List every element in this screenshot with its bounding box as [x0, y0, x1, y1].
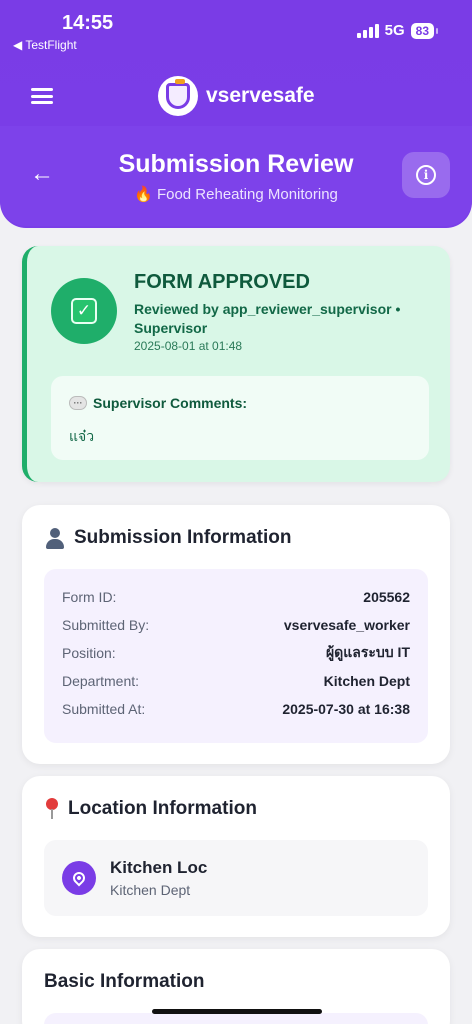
reviewer-info: Reviewed by app_reviewer_supervisor • Su…: [134, 301, 401, 336]
info-icon: i: [416, 165, 436, 185]
brand-name: vservesafe: [206, 84, 315, 107]
info-label: Position:: [62, 645, 116, 661]
speech-bubble-icon: ···: [69, 396, 87, 410]
info-label: Form ID:: [62, 589, 117, 605]
approved-check-icon: ✓: [51, 278, 117, 344]
comments-heading: ··· Supervisor Comments:: [69, 395, 247, 411]
nav-bar: vservesafe: [0, 72, 472, 120]
pushpin-icon: [44, 798, 60, 820]
info-row: Position: ผู้ดูแลระบบ IT: [62, 639, 410, 667]
comments-label: Supervisor Comments:: [93, 395, 248, 411]
approval-card: ✓ FORM APPROVED Reviewed by app_reviewer…: [22, 246, 450, 482]
battery-icon: 83: [410, 22, 439, 39]
info-row: Form ID: 205562: [62, 583, 410, 611]
brand: vservesafe: [158, 76, 315, 116]
location-name: Kitchen Loc: [110, 858, 208, 877]
info-label: Submitted At:: [62, 701, 146, 717]
info-value: 2025-07-30 at 16:38: [282, 701, 410, 717]
supervisor-comments: ··· Supervisor Comments: แจ๋ว: [51, 376, 429, 460]
form-type-label: Food Reheating Monitoring: [156, 186, 338, 203]
page-header: ← Submission Review 🔥 Food Reheating Mon…: [0, 126, 472, 226]
fire-icon: 🔥: [134, 186, 153, 203]
submission-info-card: Submission Information Form ID: 205562 S…: [22, 505, 450, 764]
approval-status: FORM APPROVED: [134, 271, 310, 293]
info-value: ผู้ดูแลระบบ IT: [325, 644, 410, 660]
info-button[interactable]: i: [402, 152, 450, 198]
home-indicator[interactable]: [152, 1009, 322, 1014]
location-pin-icon: [62, 861, 96, 895]
submission-info-title: Submission Information: [74, 527, 292, 548]
menu-icon[interactable]: [31, 88, 53, 104]
info-label: Department:: [62, 673, 140, 689]
review-date: 2025-08-01 at 01:48: [134, 339, 243, 353]
location-item: Kitchen Loc Kitchen Dept: [44, 840, 428, 916]
location-department: Kitchen Dept: [110, 882, 191, 898]
info-row: Department: Kitchen Dept: [62, 667, 410, 695]
location-info-title: Location Information: [68, 798, 257, 819]
comment-text: แจ๋ว: [69, 428, 95, 444]
back-to-testflight-link[interactable]: ◀ TestFlight: [13, 38, 77, 52]
submission-info-table: Form ID: 205562 Submitted By: vservesafe…: [44, 569, 428, 743]
basic-info-title: Basic Information: [44, 971, 205, 992]
status-indicators: 5G 83: [356, 22, 439, 39]
network-label: 5G: [384, 22, 405, 39]
info-row: Submitted By: vservesafe_worker: [62, 611, 410, 639]
info-value: 205562: [363, 589, 410, 605]
basic-info-table: [44, 1013, 428, 1024]
info-row: Submitted At: 2025-07-30 at 16:38: [62, 695, 410, 723]
info-label: Submitted By:: [62, 617, 150, 633]
submission-info-heading: Submission Information: [44, 527, 291, 549]
vservesafe-logo: [158, 76, 198, 116]
info-value: vservesafe_worker: [283, 617, 410, 633]
person-icon: [44, 527, 66, 549]
location-info-heading: Location Information: [44, 798, 257, 820]
status-time: 14:55: [62, 12, 114, 34]
info-value: Kitchen Dept: [323, 673, 410, 689]
signal-icon: [356, 23, 379, 38]
location-info-card: Location Information Kitchen Loc Kitchen…: [22, 776, 450, 937]
